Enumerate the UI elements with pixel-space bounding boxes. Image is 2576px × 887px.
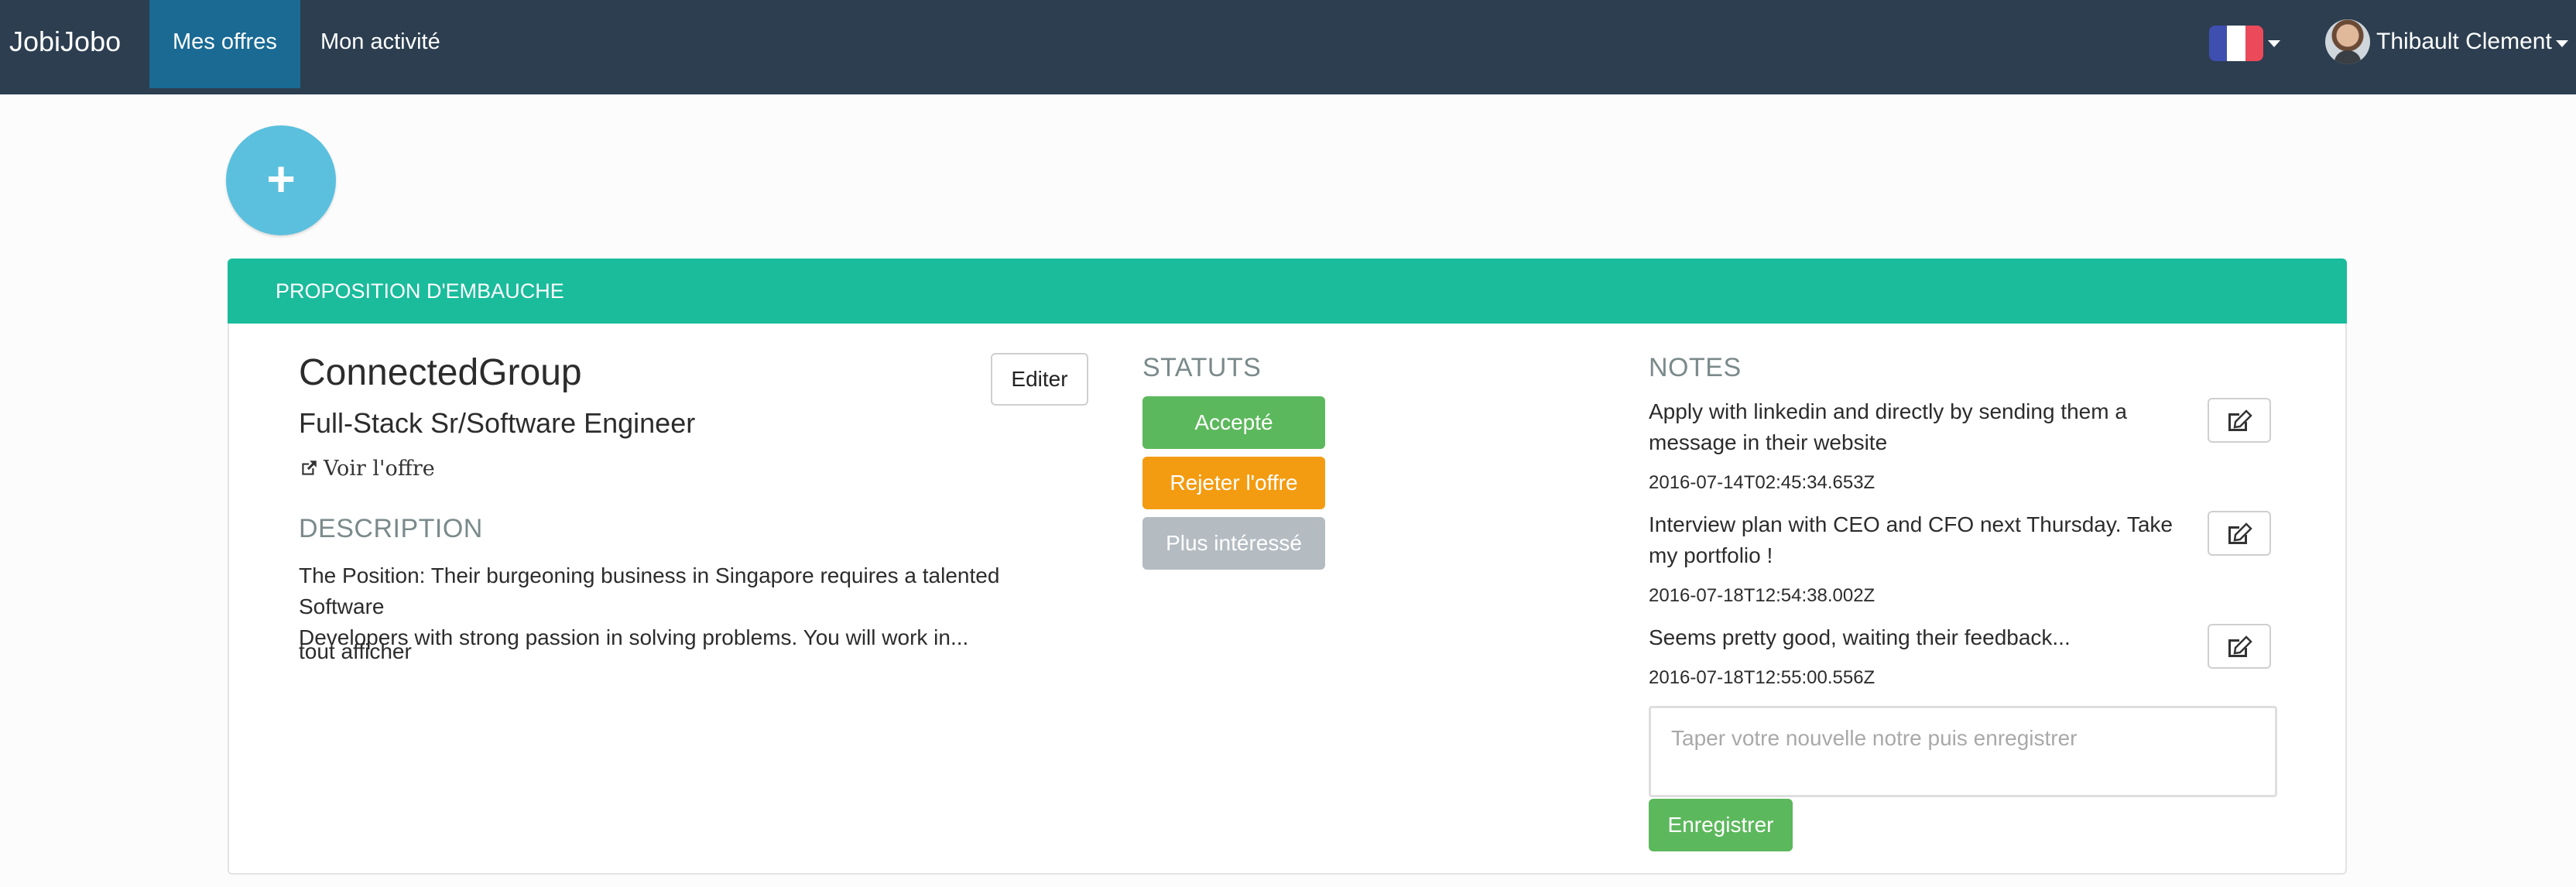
nav-item-mon-activite[interactable]: Mon activité: [297, 0, 464, 88]
note-line: my portfolio !: [1649, 543, 1773, 567]
panel-heading: PROPOSITION D'EMBAUCHE: [228, 259, 2347, 324]
edit-icon: [2228, 635, 2252, 657]
note-text: Interview plan with CEO and CFO next Thu…: [1649, 509, 2191, 571]
note-date: 2016-07-18T12:55:00.556Z: [1649, 667, 1875, 688]
note-text: Apply with linkedin and directly by send…: [1649, 396, 2191, 458]
edit-offer-button[interactable]: Editer: [991, 353, 1088, 406]
description-line: The Position: Their burgeoning business …: [299, 563, 1000, 618]
flag-fr-icon[interactable]: [2209, 26, 2263, 61]
avatar[interactable]: [2325, 19, 2370, 64]
note-date: 2016-07-18T12:54:38.002Z: [1649, 585, 1875, 606]
add-offer-button[interactable]: +: [226, 125, 336, 235]
status-reject-button[interactable]: Rejeter l'offre: [1142, 457, 1325, 509]
user-menu-name[interactable]: Thibault Clement: [2376, 0, 2552, 85]
edit-note-button[interactable]: [2208, 624, 2271, 669]
edit-icon: [2228, 409, 2252, 431]
brand-logo[interactable]: JobiJobo: [9, 0, 121, 85]
company-name: ConnectedGroup: [299, 352, 582, 393]
external-link-icon: [302, 461, 317, 475]
status-accepted-button[interactable]: Accepté: [1142, 396, 1325, 449]
note-line: message in their website: [1649, 430, 1888, 454]
description-text: The Position: Their burgeoning business …: [299, 560, 1088, 653]
edit-icon: [2228, 522, 2252, 544]
nav-item-mes-offres[interactable]: Mes offres: [149, 0, 300, 88]
job-position: Full-Stack Sr/Software Engineer: [299, 407, 696, 439]
notes-title: NOTES: [1649, 353, 1742, 382]
description-line: Developers with strong passion in solvin…: [299, 625, 969, 649]
show-all-link[interactable]: tout afficher: [299, 639, 412, 664]
offer-panel: PROPOSITION D'EMBAUCHE ConnectedGroup Fu…: [228, 259, 2347, 875]
note-line: Seems pretty good, waiting their feedbac…: [1649, 625, 2071, 649]
edit-note-button[interactable]: [2208, 398, 2271, 443]
status-not-interested-button[interactable]: Plus intéressé: [1142, 517, 1325, 570]
note-text: Seems pretty good, waiting their feedbac…: [1649, 622, 2191, 653]
user-menu-caret-icon[interactable]: [2556, 40, 2568, 47]
note-line: Interview plan with CEO and CFO next Thu…: [1649, 512, 2173, 536]
view-offer-link[interactable]: Voir l'offre: [299, 457, 435, 481]
save-note-button[interactable]: Enregistrer: [1649, 799, 1793, 851]
language-caret-icon[interactable]: [2268, 40, 2280, 47]
note-date: 2016-07-14T02:45:34.653Z: [1649, 472, 1875, 493]
note-line: Apply with linkedin and directly by send…: [1649, 399, 2127, 423]
status-title: STATUTS: [1142, 353, 1262, 382]
description-title: DESCRIPTION: [299, 514, 483, 543]
view-offer-label: Voir l'offre: [324, 457, 435, 481]
new-note-input[interactable]: Taper votre nouvelle notre puis enregist…: [1649, 706, 2277, 797]
navbar: JobiJobo Mes offres Mon activité Thibaul…: [0, 0, 2576, 94]
edit-note-button[interactable]: [2208, 511, 2271, 556]
